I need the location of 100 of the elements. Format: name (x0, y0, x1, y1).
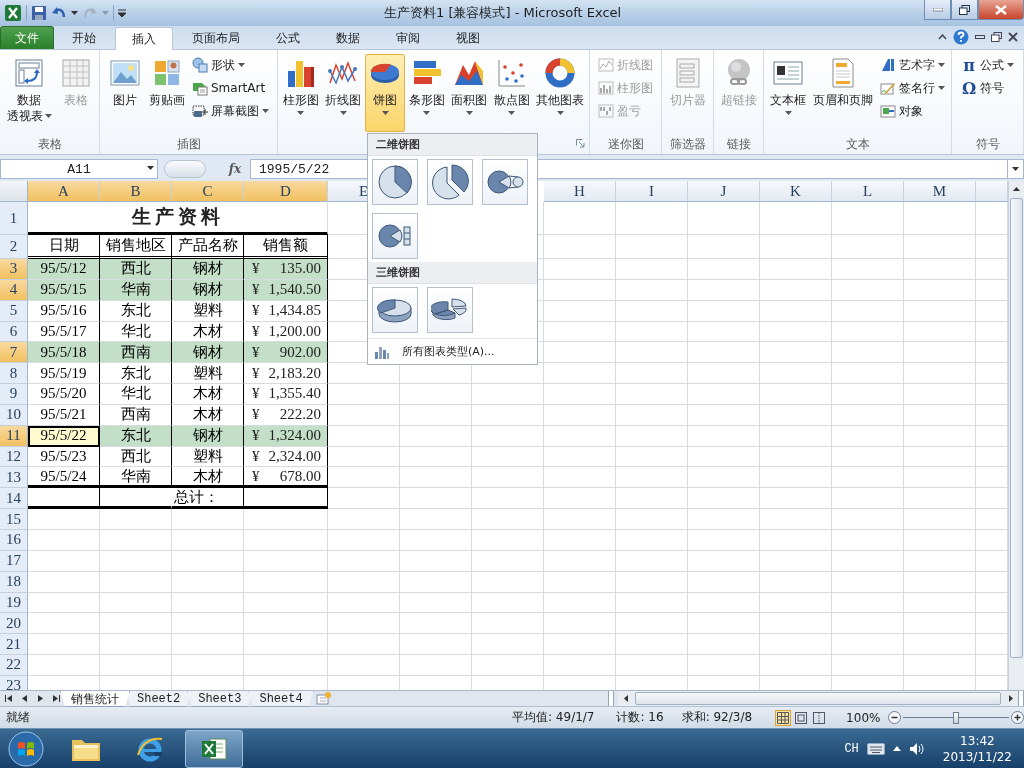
column-header[interactable]: I (616, 181, 688, 202)
ribbon-button[interactable]: 文本框 (767, 54, 809, 132)
sheet-tab[interactable]: Sheet3 (187, 691, 253, 707)
column-header[interactable]: D (244, 181, 328, 202)
table-cell: 华南 (100, 467, 172, 489)
row-header[interactable]: 10 (0, 404, 28, 426)
column-header[interactable]: A (28, 181, 100, 202)
column-header[interactable]: K (760, 181, 832, 202)
name-box[interactable]: A11 (0, 159, 158, 179)
group-label: 插图 (176, 135, 201, 153)
ribbon-tab[interactable]: 插入 (115, 27, 173, 50)
ribbon-button[interactable]: π 公式 (958, 54, 1017, 76)
ribbon-button[interactable]: 条形图 (406, 54, 448, 132)
table-cell: ¥ 1,540.50 (244, 279, 328, 301)
language-indicator[interactable]: CH (844, 741, 859, 756)
row-header[interactable]: 21 (0, 634, 28, 656)
ribbon-tab[interactable]: 视图 (439, 26, 497, 49)
table-cell: 钢材 (172, 259, 244, 280)
table-cell: 95/5/22 (28, 425, 100, 447)
sheet-tab[interactable]: Sheet2 (126, 691, 192, 707)
row-header[interactable]: 8 (0, 363, 28, 385)
ribbon-button[interactable]: 艺术字 (877, 54, 948, 76)
zoom-level[interactable]: 100% (846, 710, 881, 725)
group-label: 链接 (726, 135, 751, 153)
ribbon-tab[interactable]: 公式 (259, 26, 317, 49)
group-label: 筛选器 (669, 135, 706, 153)
ribbon-button[interactable]: Ω 符号 (958, 77, 1017, 99)
ribbon-button[interactable]: 对象 (877, 100, 948, 122)
column-heading-cell: 日期 (28, 235, 100, 259)
group-label: 迷你图 (607, 135, 644, 153)
file-tab[interactable]: 文件 (0, 26, 54, 49)
row-header[interactable]: 14 (0, 488, 28, 510)
table-cell: 95/5/15 (28, 279, 100, 301)
table-cell: 西北 (100, 259, 172, 280)
ribbon-tab[interactable]: 数据 (319, 26, 377, 49)
ribbon-tab[interactable]: 页面布局 (175, 26, 257, 49)
ribbon-button[interactable]: 屏幕截图 (189, 100, 272, 122)
group-label: 符号 (975, 135, 1000, 153)
ribbon-button[interactable]: 其他图表 (533, 54, 587, 132)
row-header[interactable]: 16 (0, 529, 28, 551)
status-count: 计数: 16 (616, 709, 664, 726)
row-header[interactable]: 9 (0, 384, 28, 405)
row-header[interactable]: 12 (0, 446, 28, 468)
window-title: 生产资料1 [兼容模式] - Microsoft Excel (384, 4, 623, 22)
row-header[interactable]: 4 (0, 279, 28, 301)
clock[interactable]: 13:42 2013/11/22 (942, 732, 1012, 765)
column-header[interactable]: C (172, 181, 244, 202)
row-header[interactable]: 6 (0, 321, 28, 343)
ribbon-button[interactable]: 饼图 (365, 54, 406, 132)
row-header[interactable]: 11 (0, 425, 28, 447)
ribbon-button[interactable]: 散点图 (491, 54, 533, 132)
table-cell: ¥ 1,324.00 (244, 425, 328, 447)
ribbon-button[interactable]: 折线图 (322, 54, 365, 132)
ribbon-button[interactable]: SmartArt (189, 77, 272, 99)
table-cell: 95/5/12 (28, 259, 100, 280)
sheet-tab[interactable]: Sheet4 (248, 691, 314, 707)
insert-function-button[interactable]: fx (220, 159, 250, 179)
row-header[interactable]: 13 (0, 467, 28, 489)
ribbon-button[interactable]: 形状 (189, 54, 272, 76)
group-label: 文本 (845, 135, 870, 153)
ribbon-button[interactable]: 面积图 (448, 54, 491, 132)
ribbon-button[interactable]: 剪贴画 (146, 54, 188, 132)
row-header[interactable]: 2 (0, 235, 28, 259)
column-header[interactable]: M (904, 181, 976, 202)
table-cell: 木材 (172, 467, 244, 489)
table-cell: 钢材 (172, 342, 244, 364)
row-header[interactable]: 20 (0, 613, 28, 635)
table-cell: ¥ 678.00 (244, 467, 328, 489)
table-cell: 95/5/24 (28, 467, 100, 489)
row-header[interactable]: 22 (0, 655, 28, 676)
row-header[interactable]: 17 (0, 550, 28, 572)
row-header[interactable]: 1 (0, 202, 28, 235)
table-cell: 钢材 (172, 279, 244, 301)
status-sum: 求和: 92/3/8 (681, 709, 753, 726)
ribbon-tab[interactable]: 开始 (55, 26, 113, 49)
row-header[interactable]: 15 (0, 509, 28, 530)
row-header[interactable]: 5 (0, 300, 28, 322)
row-header[interactable]: 19 (0, 592, 28, 614)
table-cell: ¥ 902.00 (244, 342, 328, 364)
column-header[interactable]: J (688, 181, 760, 202)
row-header[interactable]: 18 (0, 571, 28, 593)
ribbon-button[interactable]: 柱形图 (280, 54, 322, 132)
table-cell: 东北 (100, 425, 172, 447)
column-header[interactable]: L (832, 181, 904, 202)
ribbon-tab[interactable]: 审阅 (379, 26, 437, 49)
ribbon-button[interactable]: 页眉和页脚 (810, 54, 876, 132)
column-header[interactable]: H (544, 181, 616, 202)
ribbon-button[interactable]: 数据 透视表 (3, 54, 55, 132)
sheet-tab[interactable]: 销售统计 (60, 691, 130, 707)
ribbon-button[interactable]: 图片 (105, 54, 145, 132)
status-mode: 就绪 (6, 709, 30, 726)
table-cell: 钢材 (172, 425, 244, 447)
ribbon-button[interactable]: 签名行 (877, 77, 948, 99)
row-header[interactable]: 7 (0, 342, 28, 364)
table-cell: ¥ 135.00 (244, 259, 328, 280)
row-header[interactable]: 3 (0, 259, 28, 280)
table-cell: 95/5/18 (28, 342, 100, 364)
group-label: 表格 (37, 135, 62, 153)
button-label: 数据 (17, 92, 41, 108)
column-header[interactable]: B (100, 181, 172, 202)
